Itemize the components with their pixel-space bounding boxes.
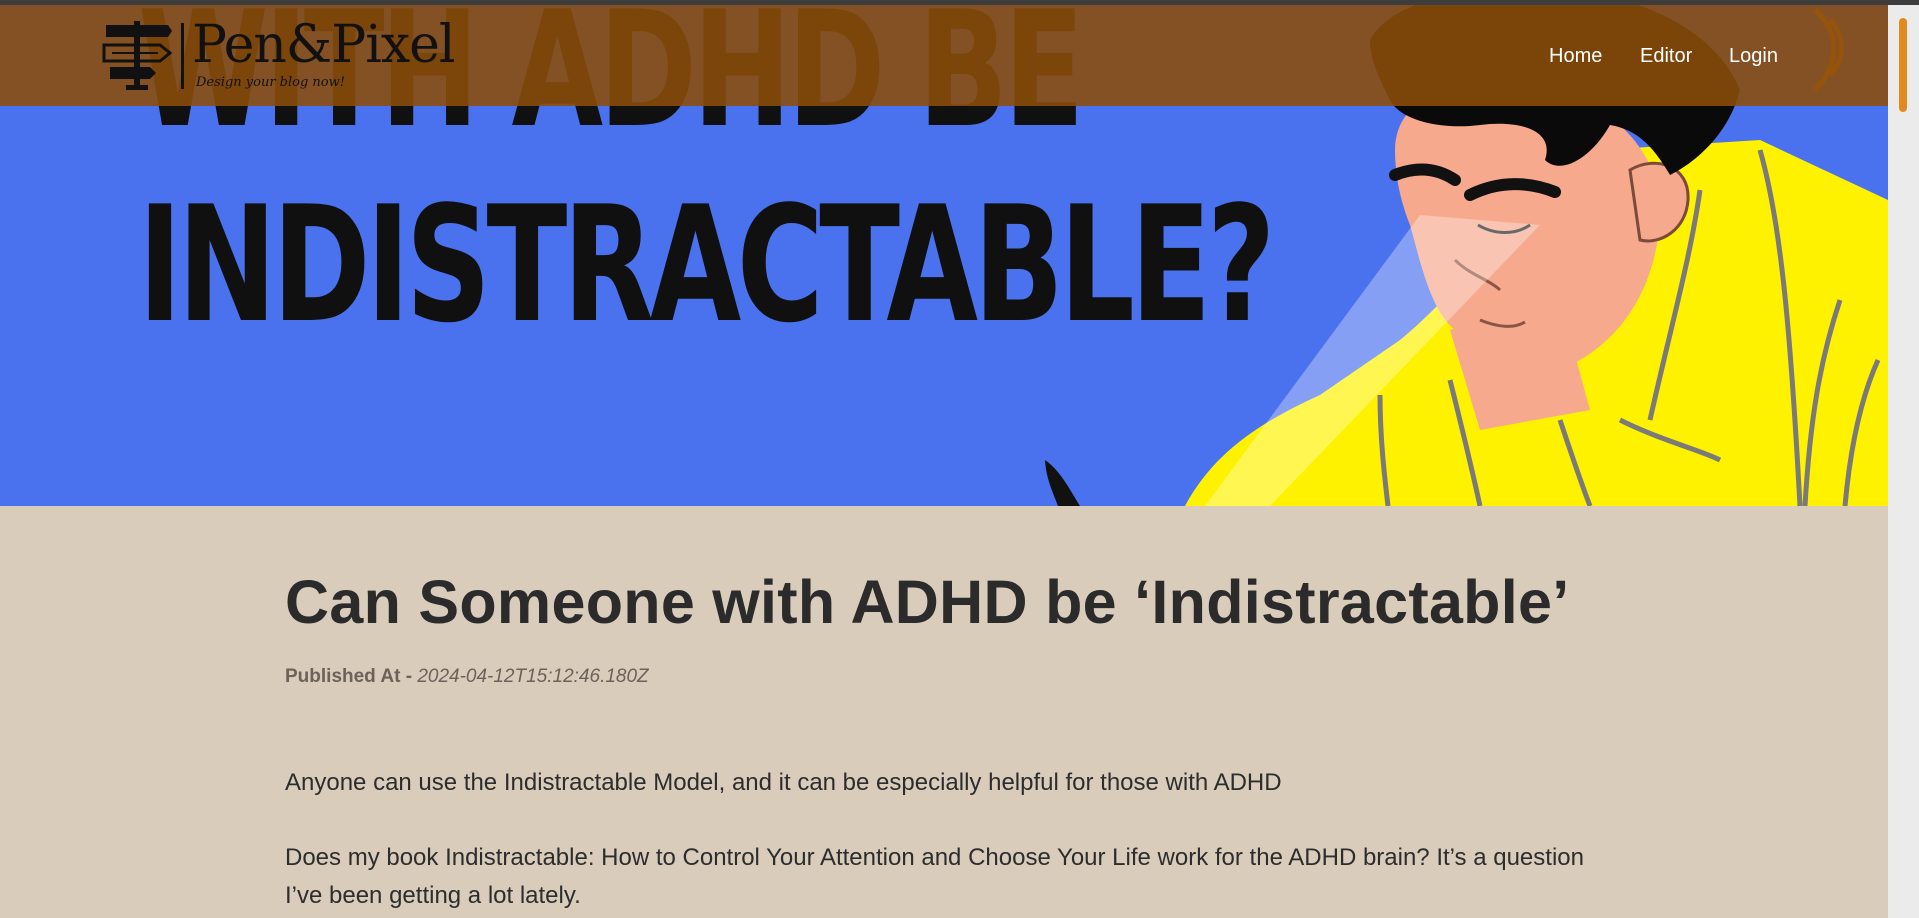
brand-name: Pen&Pixel bbox=[192, 15, 456, 75]
scrollbar-thumb[interactable] bbox=[1899, 18, 1907, 112]
published-label: Published At - bbox=[285, 666, 413, 687]
window-top-border bbox=[0, 0, 1919, 5]
post-paragraph: Anyone can use the Indistractable Model,… bbox=[285, 769, 1282, 796]
nav-login-link[interactable]: Login bbox=[1729, 45, 1778, 68]
post-paragraph: Does my book Indistractable: How to Cont… bbox=[285, 844, 1584, 909]
signpost-pencil-icon bbox=[102, 21, 173, 90]
nav-home-link[interactable]: Home bbox=[1549, 45, 1602, 68]
published-date: 2024-04-12T15:12:46.180Z bbox=[417, 666, 649, 687]
post-meta: Published At - 2024-04-12T15:12:46.180Z bbox=[285, 666, 649, 688]
nav-editor-link[interactable]: Editor bbox=[1640, 45, 1692, 68]
logo-divider bbox=[181, 23, 184, 89]
brand-tagline: Design your blog now! bbox=[196, 75, 345, 90]
navbar: Pen&Pixel Design your blog now! Home Edi… bbox=[0, 5, 1888, 106]
hero-headline-line2: INDISTRACTABLE? bbox=[138, 171, 1276, 358]
post-title: Can Someone with ADHD be ‘Indistractable… bbox=[285, 568, 1570, 636]
scrollbar-track[interactable] bbox=[1888, 5, 1919, 918]
